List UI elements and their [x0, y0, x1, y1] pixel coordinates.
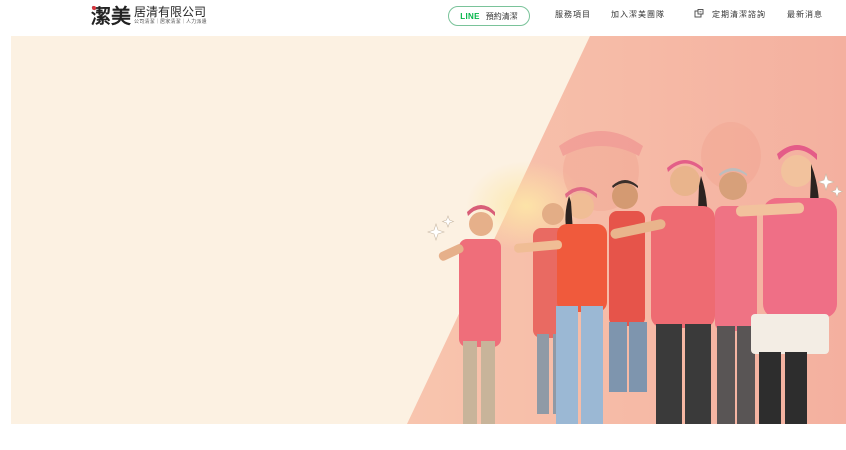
company-name: 居清有限公司 — [134, 5, 207, 19]
hero-illustration — [407, 36, 846, 424]
nav-regular-cleaning[interactable]: 定期清潔諮詢 — [712, 10, 766, 20]
logo-dot — [92, 6, 96, 10]
logo-mark-text: 潔美 — [91, 4, 131, 28]
page-bottom — [0, 424, 846, 450]
company-tagline: 公司清潔｜居家清潔｜人力派遣 — [134, 19, 207, 25]
company-logo[interactable]: 潔美 居清有限公司 公司清潔｜居家清潔｜人力派遣 — [91, 3, 207, 29]
site-header: 潔美 居清有限公司 公司清潔｜居家清潔｜人力派遣 LINE 預約清潔 服務項目 … — [0, 0, 846, 34]
nav-latest-news[interactable]: 最新消息 — [787, 10, 823, 20]
logo-mark: 潔美 — [91, 6, 131, 26]
chat-consult-icon[interactable] — [694, 9, 704, 19]
line-booking-label: 預約清潔 — [485, 11, 518, 21]
nav-join-team[interactable]: 加入潔美團隊 — [611, 10, 665, 20]
nav-services[interactable]: 服務項目 — [555, 10, 591, 20]
line-booking-button[interactable]: LINE 預約清潔 — [448, 6, 530, 26]
line-logo: LINE — [460, 11, 480, 21]
hero-banner — [11, 36, 846, 424]
logo-text: 居清有限公司 公司清潔｜居家清潔｜人力派遣 — [134, 6, 207, 26]
